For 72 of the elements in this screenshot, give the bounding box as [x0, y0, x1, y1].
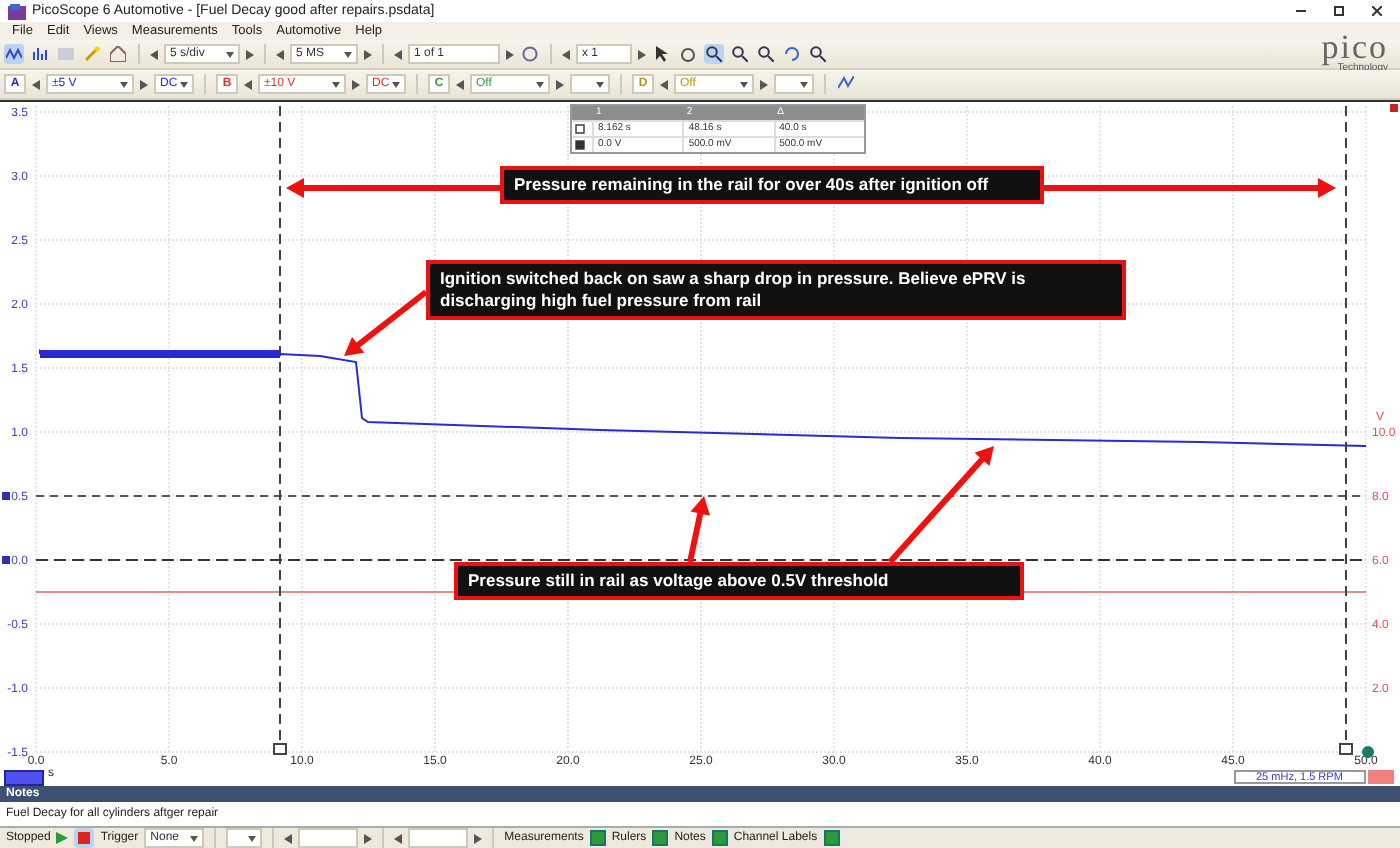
- caret-icon: [536, 81, 544, 87]
- step-left-icon[interactable]: [244, 79, 252, 89]
- undo-zoom-icon[interactable]: [782, 44, 802, 64]
- step-left-icon[interactable]: [284, 833, 293, 843]
- minimize-icon[interactable]: [1295, 10, 1305, 12]
- caret-icon: [800, 81, 808, 87]
- caret-icon: [120, 81, 128, 87]
- zoom-icon[interactable]: [756, 44, 776, 64]
- annotation-note: Pressure remaining in the rail for over 40s after ignition off: [500, 166, 1044, 204]
- start-icon[interactable]: [56, 832, 69, 844]
- step-right-icon[interactable]: [364, 49, 372, 59]
- restore-icon[interactable]: [1333, 6, 1343, 16]
- pointer-icon[interactable]: [652, 44, 672, 64]
- close-icon[interactable]: [1371, 6, 1381, 16]
- step-right-icon[interactable]: [246, 49, 254, 59]
- step-right-icon[interactable]: [506, 49, 514, 59]
- add-button[interactable]: [652, 830, 669, 846]
- caret-icon: [226, 51, 234, 57]
- ruler-handle-icon[interactable]: [2, 556, 10, 564]
- step-left-icon[interactable]: [394, 49, 402, 59]
- step-left-icon[interactable]: [394, 833, 403, 843]
- caret-icon: [180, 81, 188, 87]
- app-icon: [8, 3, 26, 19]
- arrow: [687, 496, 711, 563]
- zoom-fit-icon[interactable]: [808, 44, 828, 64]
- caret-icon: [248, 835, 257, 841]
- trigger-level-field[interactable]: [298, 828, 359, 848]
- caret-icon: [344, 51, 352, 57]
- ruler-handle-icon[interactable]: [273, 743, 287, 755]
- caret-icon: [332, 81, 340, 87]
- add-button[interactable]: [711, 830, 728, 846]
- caret-icon: [392, 81, 400, 87]
- pretrigger-field[interactable]: [408, 828, 469, 848]
- trigger-marker-icon: [1362, 746, 1374, 758]
- caret-icon: [190, 835, 199, 841]
- step-left-icon[interactable]: [456, 79, 464, 89]
- add-button[interactable]: [589, 830, 606, 846]
- annotation-note: Pressure still in rail as voltage above 0.5V threshold: [454, 562, 1024, 600]
- logo-name: pico: [1321, 34, 1388, 62]
- caret-icon: [740, 81, 748, 87]
- math-channel-icon[interactable]: [836, 74, 856, 94]
- arrow: [344, 289, 428, 356]
- step-right-icon[interactable]: [364, 833, 373, 843]
- step-left-icon[interactable]: [660, 79, 668, 89]
- step-left-icon[interactable]: [276, 49, 284, 59]
- step-left-icon[interactable]: [32, 79, 40, 89]
- caret-icon: [596, 81, 604, 87]
- step-left-icon[interactable]: [562, 49, 570, 59]
- step-right-icon[interactable]: [140, 79, 148, 89]
- readout-swatch: [1368, 770, 1394, 784]
- add-button[interactable]: [823, 830, 840, 846]
- scope-mode-icon[interactable]: [4, 44, 24, 64]
- coupling-dropdown[interactable]: [774, 74, 814, 94]
- arrow: [887, 446, 994, 564]
- spectrum-mode-icon[interactable]: [30, 44, 50, 64]
- home-icon[interactable]: [108, 44, 128, 64]
- step-right-icon[interactable]: [760, 79, 768, 89]
- step-right-icon[interactable]: [474, 833, 483, 843]
- ruler-handle-icon[interactable]: [2, 492, 10, 500]
- stop-icon[interactable]: [74, 828, 95, 848]
- step-right-icon[interactable]: [556, 79, 564, 89]
- step-right-icon[interactable]: [352, 79, 360, 89]
- annotation-note: Ignition switched back on saw a sharp drop in pressure. Believe ePRV is discharging high fuel pressure from rail: [426, 260, 1126, 320]
- trigger-edge-dropdown[interactable]: [226, 828, 263, 848]
- clock-icon[interactable]: [520, 44, 540, 64]
- step-left-icon[interactable]: [150, 49, 158, 59]
- coupling-dropdown[interactable]: [570, 74, 610, 94]
- zoom-out-icon[interactable]: [730, 44, 750, 64]
- step-right-icon[interactable]: [638, 49, 646, 59]
- ruler-handle-icon[interactable]: [1339, 743, 1353, 755]
- marker-icon: [1390, 104, 1398, 112]
- zoom-in-icon[interactable]: [704, 44, 724, 64]
